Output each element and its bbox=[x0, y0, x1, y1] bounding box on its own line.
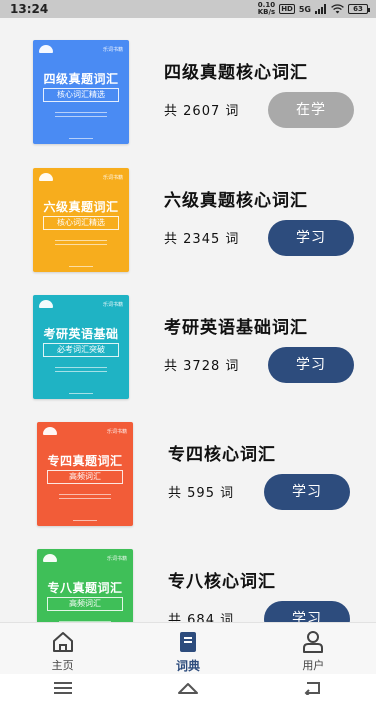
system-home-button[interactable] bbox=[177, 680, 199, 696]
battery-icon: 63 bbox=[348, 4, 370, 14]
word-count-prefix: 共 bbox=[164, 104, 179, 119]
back-icon bbox=[304, 682, 321, 695]
network-type: 5G bbox=[298, 4, 311, 14]
word-count-suffix: 词 bbox=[220, 486, 235, 501]
cover-footer bbox=[69, 393, 93, 394]
dictionary-icon bbox=[179, 632, 196, 652]
wifi-icon bbox=[331, 4, 344, 14]
cover-title: 考研英语基础 bbox=[43, 327, 119, 341]
cover-subtitle: 核心词汇精选 bbox=[43, 216, 119, 230]
cover-brand: 乐词书籍 bbox=[106, 556, 127, 562]
tab-home[interactable]: 主页 bbox=[0, 623, 125, 674]
cover-brand: 乐词书籍 bbox=[106, 429, 127, 435]
word-count-suffix: 词 bbox=[220, 613, 235, 622]
word-count-prefix: 共 bbox=[168, 613, 183, 622]
word-count-prefix: 共 bbox=[168, 486, 183, 501]
book-cover[interactable]: 乐词书籍 四级真题词汇 核心词汇精选 bbox=[33, 40, 129, 144]
word-count-value: 684 bbox=[187, 613, 215, 622]
word-count-prefix: 共 bbox=[164, 359, 179, 374]
learn-button[interactable]: 学习 bbox=[268, 220, 354, 256]
list-item: 乐词书籍 六级真题词汇 核心词汇精选 六级真题核心词汇 共 2345 词 学习 bbox=[0, 168, 376, 274]
word-count: 共 3728 词 bbox=[164, 355, 239, 374]
home-triangle-icon bbox=[177, 683, 198, 694]
system-back-button[interactable] bbox=[302, 680, 324, 696]
cover-subtitle: 高频词汇 bbox=[47, 597, 123, 611]
status-bar: 13:24 0.10 KB/s HD 5G 63 bbox=[0, 0, 376, 18]
tab-user[interactable]: 用户 bbox=[251, 623, 376, 674]
list-item: 乐词书籍 专四真题词汇 高频词汇 专四核心词汇 共 595 词 学习 bbox=[0, 422, 376, 528]
word-count: 共 684 词 bbox=[168, 609, 234, 622]
hd-badge: HD bbox=[279, 4, 295, 14]
tab-label: 主页 bbox=[51, 659, 74, 672]
list-item: 乐词书籍 考研英语基础 必考词汇突破 考研英语基础词汇 共 3728 词 学习 bbox=[0, 295, 376, 401]
signal-icon bbox=[315, 4, 326, 14]
book-cover[interactable]: 乐词书籍 专四真题词汇 高频词汇 bbox=[37, 422, 133, 526]
cover-footer bbox=[73, 520, 97, 521]
word-count-suffix: 词 bbox=[225, 359, 240, 374]
word-count-prefix: 共 bbox=[164, 232, 179, 247]
cover-footer bbox=[69, 266, 93, 267]
tab-dictionary[interactable]: 词典 bbox=[125, 623, 250, 674]
home-icon bbox=[52, 632, 73, 652]
word-count-value: 2345 bbox=[183, 232, 221, 247]
menu-icon bbox=[53, 682, 72, 694]
cover-footer bbox=[69, 138, 93, 139]
cover-logo-icon bbox=[39, 173, 53, 181]
learn-button[interactable]: 学习 bbox=[264, 474, 350, 510]
cover-logo-icon bbox=[39, 45, 53, 53]
book-title[interactable]: 专四核心词汇 bbox=[168, 440, 276, 465]
network-speed-unit: KB/s bbox=[257, 8, 276, 16]
word-count: 共 2607 词 bbox=[164, 100, 239, 119]
cover-brand: 乐词书籍 bbox=[102, 47, 123, 53]
cover-decoration bbox=[55, 367, 107, 375]
bottom-tab-bar: 主页 词典 用户 bbox=[0, 622, 376, 674]
cover-subtitle: 必考词汇突破 bbox=[43, 343, 119, 357]
cover-title: 六级真题词汇 bbox=[43, 200, 119, 214]
word-count: 共 595 词 bbox=[168, 482, 234, 501]
cover-logo-icon bbox=[39, 300, 53, 308]
status-time: 13:24 bbox=[10, 2, 49, 16]
user-icon bbox=[303, 631, 324, 653]
list-item: 乐词书籍 专八真题词汇 高频词汇 专八核心词汇 共 684 词 学习 bbox=[0, 549, 376, 622]
system-nav-bar bbox=[0, 674, 376, 702]
book-cover[interactable]: 乐词书籍 专八真题词汇 高频词汇 bbox=[37, 549, 133, 622]
book-cover[interactable]: 乐词书籍 六级真题词汇 核心词汇精选 bbox=[33, 168, 129, 272]
word-count-value: 595 bbox=[187, 486, 215, 501]
cover-title: 专四真题词汇 bbox=[47, 454, 123, 468]
studying-button[interactable]: 在学 bbox=[268, 92, 354, 128]
learn-button[interactable]: 学习 bbox=[264, 601, 350, 622]
status-indicators: 0.10 KB/s HD 5G 63 bbox=[258, 2, 370, 16]
cover-decoration bbox=[55, 240, 107, 248]
word-count-suffix: 词 bbox=[225, 104, 240, 119]
tab-label: 词典 bbox=[175, 659, 200, 673]
network-speed: 0.10 KB/s bbox=[258, 2, 275, 16]
book-list: 乐词书籍 四级真题词汇 核心词汇精选 四级真题核心词汇 共 2607 词 在学 … bbox=[0, 18, 376, 622]
word-count-value: 3728 bbox=[183, 359, 221, 374]
list-item: 乐词书籍 四级真题词汇 核心词汇精选 四级真题核心词汇 共 2607 词 在学 bbox=[0, 40, 376, 146]
cover-logo-icon bbox=[43, 427, 57, 435]
cover-logo-icon bbox=[43, 554, 57, 562]
system-menu-button[interactable] bbox=[52, 680, 74, 696]
cover-title: 专八真题词汇 bbox=[47, 581, 123, 595]
cover-brand: 乐词书籍 bbox=[102, 175, 123, 181]
tab-label: 用户 bbox=[302, 659, 325, 672]
cover-title: 四级真题词汇 bbox=[43, 72, 119, 86]
word-count-suffix: 词 bbox=[225, 232, 240, 247]
word-count: 共 2345 词 bbox=[164, 228, 239, 247]
book-title[interactable]: 四级真题核心词汇 bbox=[164, 58, 308, 83]
cover-subtitle: 核心词汇精选 bbox=[43, 88, 119, 102]
cover-subtitle: 高频词汇 bbox=[47, 470, 123, 484]
cover-decoration bbox=[59, 494, 111, 502]
cover-decoration bbox=[55, 112, 107, 120]
book-title[interactable]: 六级真题核心词汇 bbox=[164, 186, 308, 211]
book-title[interactable]: 考研英语基础词汇 bbox=[164, 313, 308, 338]
book-title[interactable]: 专八核心词汇 bbox=[168, 567, 276, 592]
word-count-value: 2607 bbox=[183, 104, 221, 119]
learn-button[interactable]: 学习 bbox=[268, 347, 354, 383]
cover-brand: 乐词书籍 bbox=[102, 302, 123, 308]
book-cover[interactable]: 乐词书籍 考研英语基础 必考词汇突破 bbox=[33, 295, 129, 399]
